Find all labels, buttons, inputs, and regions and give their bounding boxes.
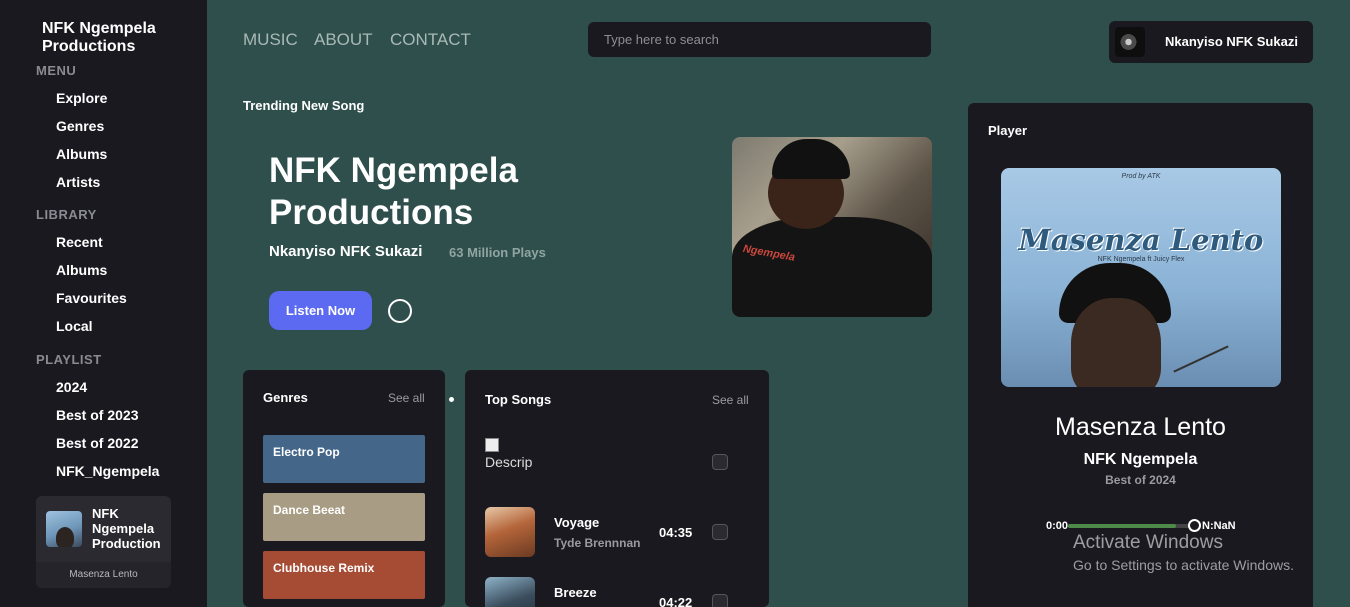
song-artist: Tyde Brennnan	[554, 536, 641, 550]
track-title: Masenza Lento	[1055, 413, 1226, 441]
menu-section-title: MENU	[36, 63, 77, 78]
cover-credit: Prod by ATK	[1121, 173, 1161, 180]
genre-tile-dance-beeat[interactable]: Dance Beeat	[263, 493, 425, 541]
genres-title: Genres	[263, 390, 308, 405]
sidebar: NFK Ngempela Productions MENU Explore Ge…	[0, 0, 207, 607]
top-songs-title: Top Songs	[485, 392, 552, 407]
time-total: N:NaN	[1202, 520, 1236, 532]
hero-title: NFK Ngempela Productions	[269, 151, 518, 232]
song-thumbnail	[485, 507, 535, 557]
sidebar-item-playlist-best-2023[interactable]: Best of 2023	[56, 407, 138, 423]
song-checkbox[interactable]	[712, 524, 728, 540]
progress-track[interactable]	[1068, 524, 1194, 528]
broken-image-alt: Descrip	[485, 454, 533, 470]
sidebar-item-playlist-nfk[interactable]: NFK_Ngempela	[56, 463, 159, 479]
activate-windows-subtitle: Go to Settings to activate Windows.	[1073, 557, 1294, 573]
top-songs-see-all-link[interactable]: See all	[712, 393, 749, 407]
now-playing-card[interactable]: NFK Ngempela Production Masenza Lento	[36, 496, 171, 588]
sidebar-item-explore[interactable]: Explore	[56, 90, 107, 106]
hero-image: Ngempela	[732, 137, 932, 317]
search-input[interactable]	[588, 22, 931, 57]
song-thumbnail	[485, 577, 535, 607]
separator-dot	[449, 397, 454, 402]
brand-title: NFK Ngempela Productions	[42, 20, 156, 55]
now-playing-thumbnail	[46, 511, 82, 547]
song-title[interactable]: Breeze	[554, 585, 597, 600]
genres-see-all-link[interactable]: See all	[388, 391, 425, 405]
song-checkbox[interactable]	[712, 454, 728, 470]
search-bar	[588, 22, 931, 57]
library-section-title: LIBRARY	[36, 207, 97, 222]
circle-play-icon[interactable]	[388, 299, 412, 323]
now-playing-title: NFK Ngempela Production	[92, 506, 161, 551]
activate-windows-title: Activate Windows	[1073, 532, 1223, 553]
genre-tile-clubhouse-remix[interactable]: Clubhouse Remix	[263, 551, 425, 599]
hero-artist: Nkanyiso NFK Sukazi	[269, 243, 423, 260]
broken-image: Descrip	[485, 438, 535, 474]
profile-name: Nkanyiso NFK Sukazi	[1165, 34, 1298, 49]
song-title[interactable]: Voyage	[554, 515, 599, 530]
sidebar-item-playlist-best-2022[interactable]: Best of 2022	[56, 435, 138, 451]
sidebar-item-local[interactable]: Local	[56, 318, 93, 334]
nav-contact-link[interactable]: CONTACT	[390, 30, 471, 50]
song-checkbox[interactable]	[712, 594, 728, 607]
sidebar-item-genres[interactable]: Genres	[56, 118, 104, 134]
sidebar-item-library-albums[interactable]: Albums	[56, 262, 107, 278]
genre-tile-electro-pop[interactable]: Electro Pop	[263, 435, 425, 483]
cover-subtitle: NFK Ngempela ft Juicy Flex	[1097, 256, 1185, 263]
album-cover: Prod by ATK Masenza Lento NFK Ngempela f…	[1001, 168, 1281, 387]
progress-knob[interactable]	[1188, 519, 1201, 532]
song-duration: 04:22	[659, 595, 693, 607]
sidebar-item-favourites[interactable]: Favourites	[56, 290, 127, 306]
sidebar-item-albums[interactable]: Albums	[56, 146, 107, 162]
time-current: 0:00	[1046, 520, 1069, 532]
now-playing-subtitle: Masenza Lento	[36, 562, 171, 588]
playlist-section-title: PLAYLIST	[36, 352, 102, 367]
hero-plays: 63 Million Plays	[449, 245, 546, 260]
genres-card: Genres See all Electro Pop Dance Beeat C…	[243, 370, 445, 607]
top-songs-card: Top Songs See all Descrip Voyage Tyde Br…	[465, 370, 769, 607]
sidebar-item-artists[interactable]: Artists	[56, 174, 100, 190]
sidebar-item-playlist-2024[interactable]: 2024	[56, 379, 87, 395]
avatar	[1115, 27, 1145, 57]
song-duration: 04:35	[659, 525, 693, 540]
nav-music-link[interactable]: MUSIC	[243, 30, 298, 50]
progress-fill	[1068, 524, 1177, 528]
broken-image-icon	[485, 438, 499, 452]
track-album: Best of 2024	[1105, 473, 1176, 487]
sidebar-item-recent[interactable]: Recent	[56, 234, 103, 250]
track-artist: NFK Ngempela	[1083, 451, 1198, 468]
listen-now-button[interactable]: Listen Now	[269, 291, 372, 330]
cover-title: Masenza Lento	[1018, 223, 1264, 257]
trending-label: Trending New Song	[243, 98, 365, 113]
nav-about-link[interactable]: ABOUT	[314, 30, 373, 50]
player-label: Player	[988, 123, 1028, 138]
profile-button[interactable]: Nkanyiso NFK Sukazi	[1109, 21, 1313, 63]
